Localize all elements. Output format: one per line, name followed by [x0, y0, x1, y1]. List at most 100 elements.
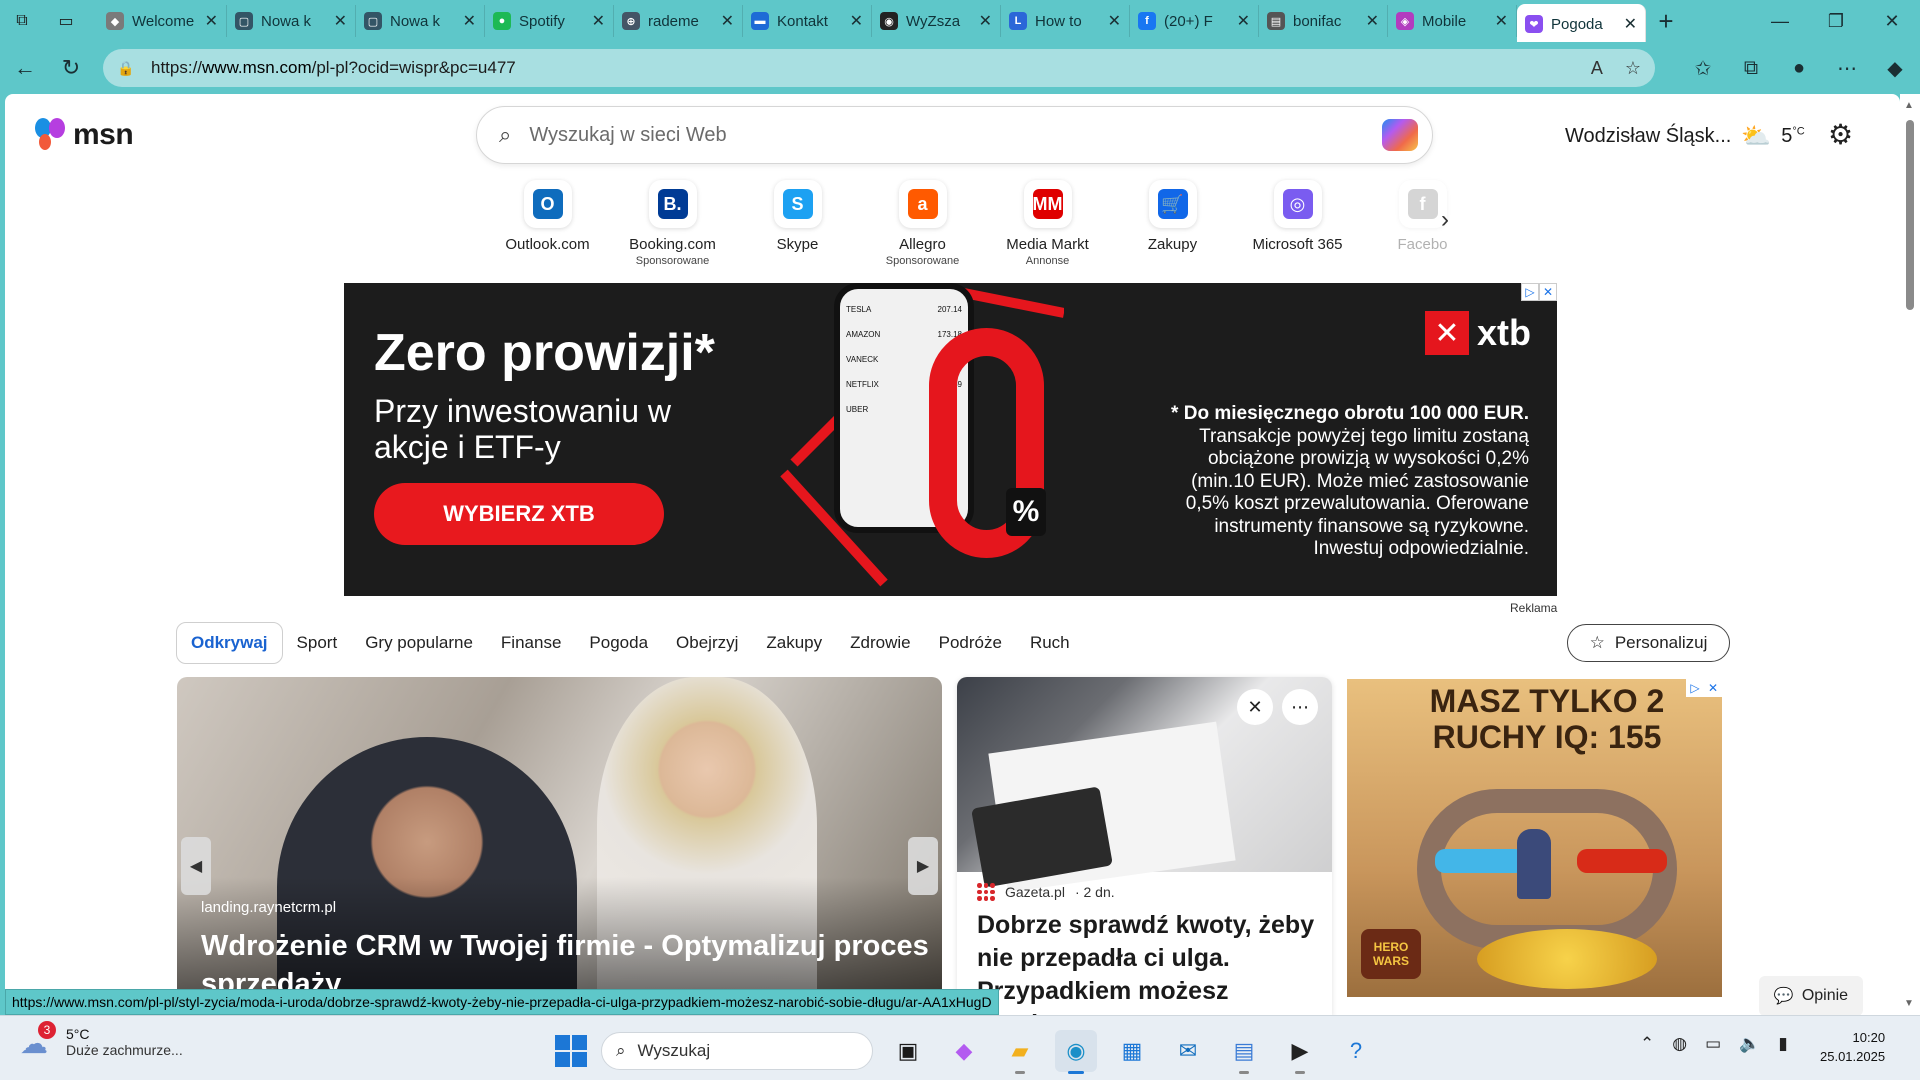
category-tab[interactable]: Obejrzyj	[662, 622, 752, 664]
collections-icon[interactable]: ⧉	[1736, 48, 1766, 88]
browser-tab[interactable]: ◉ WyZsza ✕	[872, 5, 1001, 37]
close-tab-icon[interactable]: ✕	[1624, 14, 1637, 34]
close-tab-icon[interactable]: ✕	[1495, 11, 1508, 31]
windows-start-icon[interactable]	[555, 1035, 587, 1067]
quicklink-item[interactable]: B. Booking.com Sponsorowane	[610, 180, 735, 267]
browser-tab[interactable]: ▬ Kontakt ✕	[743, 5, 872, 37]
close-tab-icon[interactable]: ✕	[1237, 11, 1250, 31]
scroll-up-arrow[interactable]: ▲	[1904, 100, 1914, 111]
close-tab-icon[interactable]: ✕	[334, 11, 347, 31]
copilot-app-icon[interactable]: ◆	[943, 1030, 985, 1072]
close-tab-icon[interactable]: ✕	[979, 11, 992, 31]
chevron-right-icon[interactable]: ›	[1441, 206, 1449, 234]
terminal-icon[interactable]: ▶	[1279, 1030, 1321, 1074]
close-tab-icon[interactable]: ✕	[1366, 11, 1379, 31]
taskbar-weather[interactable]: ☁ 3 5°C Duże zachmurze...	[20, 1021, 183, 1059]
carousel-prev-button[interactable]: ◀	[181, 837, 211, 895]
clock[interactable]: 10:20 25.01.2025	[1820, 1028, 1885, 1066]
close-tab-icon[interactable]: ✕	[721, 11, 734, 31]
back-button[interactable]: ←	[2, 48, 48, 88]
page-scrollbar[interactable]: ▲ ▼	[1900, 94, 1920, 1015]
close-ad-icon[interactable]: ✕	[1539, 283, 1557, 301]
article-title[interactable]: Dobrze sprawdź kwoty, żeby nie przepadła…	[977, 909, 1317, 1015]
quicklink-item[interactable]: ◎ Microsoft 365	[1235, 180, 1360, 267]
browser-tab[interactable]: ◆ Welcome ✕	[98, 5, 227, 37]
chevron-up-icon[interactable]: ⌃	[1640, 1034, 1654, 1054]
address-bar[interactable]: 🔒 https://www.msn.com/pl-pl?ocid=wispr&p…	[103, 49, 1655, 87]
hero-wars-ad[interactable]: MASZ TYLKO 2 RUCHY IQ: 155 HERO WARS ▷ ✕	[1347, 679, 1722, 997]
news-article-card[interactable]: ✕ ⋯ Gazeta.pl · 2 dn. Dobrze sprawdź kwo…	[957, 677, 1332, 1015]
personalize-button[interactable]: ☆ Personalizuj	[1567, 624, 1730, 662]
new-tab-button[interactable]: +	[1646, 5, 1686, 37]
more-menu-icon[interactable]: ⋯	[1832, 48, 1862, 88]
adchoices[interactable]: ▷ ✕	[1521, 283, 1557, 301]
browser-tab[interactable]: ❤ Pogoda ✕	[1517, 4, 1646, 44]
weather-widget[interactable]: Wodzisław Śląsk... ⛅ 5°C	[1565, 122, 1805, 151]
category-tab[interactable]: Odkrywaj	[176, 622, 283, 664]
browser-tab[interactable]: L How to ✕	[1001, 5, 1130, 37]
quicklink-item[interactable]: a Allegro Sponsorowane	[860, 180, 985, 267]
file-explorer-icon[interactable]: ▰	[999, 1030, 1041, 1074]
close-tab-icon[interactable]: ✕	[463, 11, 476, 31]
quicklink-item[interactable]: 🛒 Zakupy	[1110, 180, 1235, 267]
dismiss-card-button[interactable]: ✕	[1237, 689, 1273, 725]
category-tab[interactable]: Zakupy	[752, 622, 836, 664]
close-tab-icon[interactable]: ✕	[850, 11, 863, 31]
close-ad-icon[interactable]: ✕	[1704, 679, 1722, 697]
favorites-icon[interactable]: ✩	[1688, 48, 1718, 88]
quicklink-item[interactable]: S Skype	[735, 180, 860, 267]
copilot-icon[interactable]: ◆	[1880, 48, 1910, 88]
browser-tab[interactable]: f (20+) F ✕	[1130, 5, 1259, 37]
copilot-icon[interactable]	[1382, 119, 1418, 151]
card-more-button[interactable]: ⋯	[1282, 689, 1318, 725]
task-view-icon[interactable]: ▣	[887, 1030, 929, 1072]
web-search-box[interactable]: ⌕ Wyszukaj w sieci Web	[476, 106, 1433, 164]
category-tab[interactable]: Pogoda	[575, 622, 662, 664]
category-tab[interactable]: Ruch	[1016, 622, 1084, 664]
store-icon[interactable]: ▦	[1111, 1030, 1153, 1072]
scroll-down-arrow[interactable]: ▼	[1904, 998, 1914, 1009]
browser-tab[interactable]: ▢ Nowa k ✕	[356, 5, 485, 37]
outlook-icon[interactable]: ✉	[1167, 1030, 1209, 1072]
close-tab-icon[interactable]: ✕	[1108, 11, 1121, 31]
browser-tab[interactable]: ▢ Nowa k ✕	[227, 5, 356, 37]
quicklink-item[interactable]: O Outlook.com	[485, 180, 610, 267]
category-tab[interactable]: Gry popularne	[351, 622, 487, 664]
close-window-button[interactable]: ✕	[1864, 0, 1920, 42]
quicklink-item[interactable]: f Facebo	[1360, 180, 1485, 267]
adchoices-icon[interactable]: ▷	[1686, 679, 1704, 697]
browser-tab[interactable]: ⊕ rademe ✕	[614, 5, 743, 37]
ad-cta-button[interactable]: WYBIERZ XTB	[374, 483, 664, 545]
profile-avatar[interactable]: ●	[1784, 48, 1814, 88]
lock-icon[interactable]: 🔒	[117, 60, 139, 77]
browser-tab[interactable]: ◈ Mobile ✕	[1388, 5, 1517, 37]
workspaces-icon[interactable]: ⧉	[0, 0, 44, 42]
tab-actions-icon[interactable]: ▭	[44, 0, 88, 42]
browser-tab[interactable]: ● Spotify ✕	[485, 5, 614, 37]
taskbar-search[interactable]: ⌕ Wyszukaj	[601, 1032, 873, 1070]
minimize-button[interactable]: —	[1752, 0, 1808, 42]
feedback-button[interactable]: 💬 Opinie	[1759, 976, 1863, 1016]
category-tab[interactable]: Zdrowie	[836, 622, 924, 664]
hero-article-card[interactable]: ◀ ▶ landing.raynetcrm.pl Wdrożenie CRM w…	[177, 677, 942, 1007]
category-tab[interactable]: Finanse	[487, 622, 575, 664]
browser-tab[interactable]: ▤ bonifac ✕	[1259, 5, 1388, 37]
battery-icon[interactable]: ▮	[1778, 1034, 1787, 1054]
adchoices[interactable]: ▷ ✕	[1686, 679, 1722, 697]
read-aloud-icon[interactable]: A	[1591, 58, 1603, 79]
display-icon[interactable]: ▭	[1705, 1034, 1721, 1054]
close-tab-icon[interactable]: ✕	[205, 11, 218, 31]
edge-browser-icon[interactable]: ◉	[1055, 1030, 1097, 1074]
category-tab[interactable]: Podróże	[925, 622, 1016, 664]
adchoices-icon[interactable]: ▷	[1521, 283, 1539, 301]
category-tab[interactable]: Sport	[283, 622, 352, 664]
control-panel-icon[interactable]: ▤	[1223, 1030, 1265, 1074]
network-status-icon[interactable]: ◍	[1672, 1034, 1687, 1054]
restore-button[interactable]: ❐	[1808, 0, 1864, 42]
favorite-star-icon[interactable]: ☆	[1625, 58, 1641, 79]
xtb-ad-banner[interactable]: Zero prowizji* Przy inwestowaniu w akcje…	[344, 283, 1557, 596]
scroll-thumb[interactable]	[1906, 120, 1914, 310]
msn-logo[interactable]: msn	[35, 118, 134, 152]
settings-gear-icon[interactable]: ⚙	[1828, 118, 1853, 151]
volume-icon[interactable]: 🔈	[1739, 1034, 1760, 1054]
